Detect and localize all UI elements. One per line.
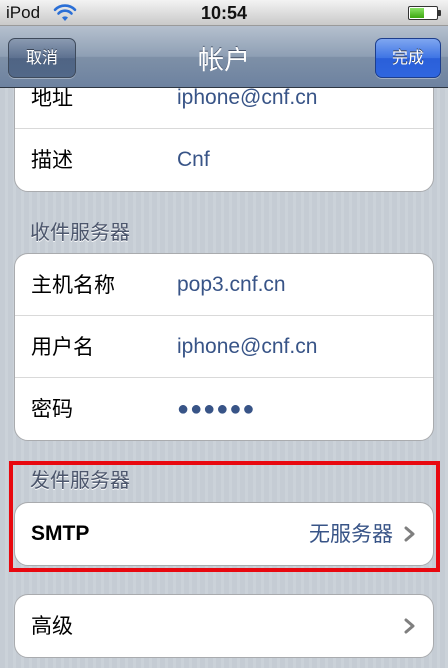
username-label: 用户名 [31, 335, 94, 359]
battery-level [410, 8, 425, 18]
password-value[interactable]: ●●●●●● [177, 378, 255, 440]
battery-icon [408, 6, 441, 20]
smtp-label: SMTP [31, 522, 90, 545]
done-button[interactable]: 完成 [375, 38, 441, 78]
outgoing-server-header: 发件服务器 [30, 468, 130, 492]
host-name-row[interactable]: 主机名称 pop3.cnf.cn [15, 254, 433, 316]
navigation-bar: 取消 帐户 完成 [0, 26, 448, 88]
advanced-row[interactable]: 高级 [15, 595, 433, 657]
host-name-label: 主机名称 [31, 273, 115, 297]
username-value[interactable]: iphone@cnf.cn [177, 316, 317, 378]
chevron-right-icon [404, 618, 415, 634]
outgoing-server-group: SMTP 无服务器 [14, 502, 434, 566]
advanced-group: 高级 [14, 594, 434, 658]
chevron-right-icon [404, 526, 415, 542]
description-row[interactable]: 描述 Cnf [15, 129, 433, 191]
advanced-label: 高级 [31, 614, 73, 638]
description-label: 描述 [31, 148, 73, 172]
password-row[interactable]: 密码 ●●●●●● [15, 378, 433, 440]
incoming-server-group: 主机名称 pop3.cnf.cn 用户名 iphone@cnf.cn 密码 ●●… [14, 253, 434, 441]
smtp-value: 无服务器 [309, 522, 393, 546]
status-bar: iPod 10:54 [0, 0, 448, 26]
incoming-server-header: 收件服务器 [30, 220, 130, 244]
clock: 10:54 [200, 3, 248, 23]
username-row[interactable]: 用户名 iphone@cnf.cn [15, 316, 433, 378]
host-name-value[interactable]: pop3.cnf.cn [177, 254, 286, 316]
smtp-row[interactable]: SMTP 无服务器 [15, 503, 433, 565]
description-value[interactable]: Cnf [177, 129, 210, 191]
password-label: 密码 [31, 397, 73, 421]
